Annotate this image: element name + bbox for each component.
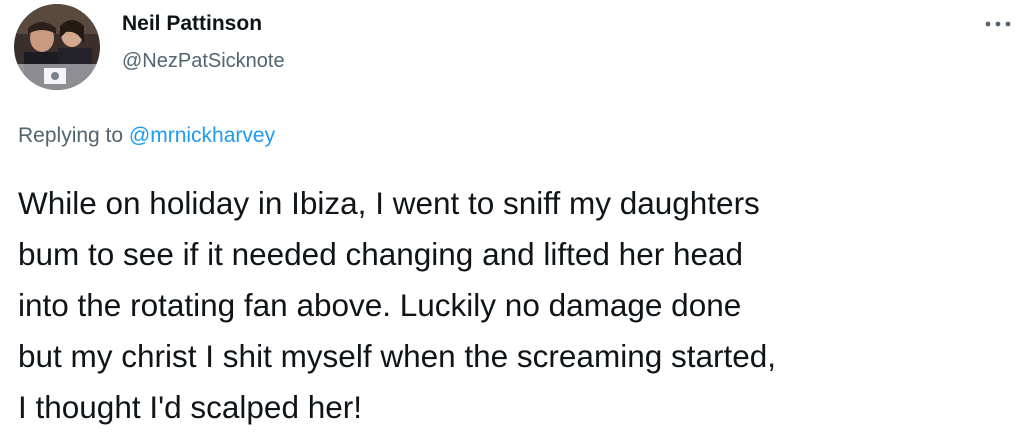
author-handle[interactable]: @NezPatSicknote bbox=[122, 50, 285, 73]
reply-context: Replying to @mrnickharvey bbox=[18, 124, 275, 148]
more-options-icon bbox=[985, 21, 1011, 27]
profile-photo-icon bbox=[14, 4, 100, 90]
tweet-text-line: into the rotating fan above. Luckily no … bbox=[18, 287, 742, 323]
author-avatar[interactable] bbox=[14, 4, 100, 90]
tweet-text-line: bum to see if it needed changing and lif… bbox=[18, 236, 744, 272]
reply-mention-link[interactable]: @mrnickharvey bbox=[129, 124, 275, 147]
tweet-text-line: While on holiday in Ibiza, I went to sni… bbox=[18, 185, 760, 221]
tweet-text: While on holiday in Ibiza, I went to sni… bbox=[18, 178, 1018, 433]
author-display-name[interactable]: Neil Pattinson bbox=[122, 12, 262, 36]
more-options-button[interactable] bbox=[978, 14, 1018, 34]
tweet-text-line: I thought I'd scalped her! bbox=[18, 389, 362, 425]
reply-context-prefix: Replying to bbox=[18, 124, 124, 147]
tweet-card: Neil Pattinson @NezPatSicknote Replying … bbox=[0, 0, 1024, 439]
tweet-text-line: but my christ I shit myself when the scr… bbox=[18, 338, 777, 374]
